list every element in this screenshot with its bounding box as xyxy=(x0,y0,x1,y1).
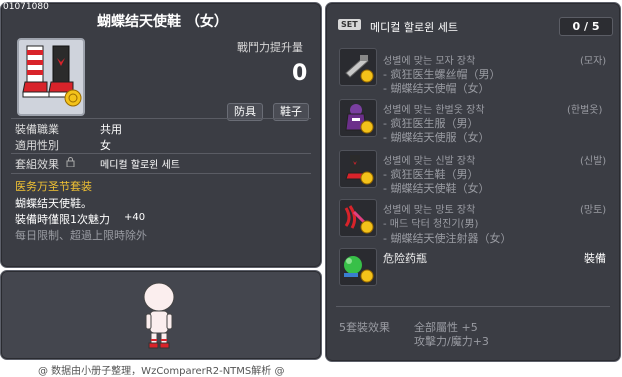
slot-requirement: 성별에 맞는 한벌옷 장착 xyxy=(383,105,485,116)
job-label: 裝備職業 xyxy=(15,123,59,136)
potion-icon xyxy=(339,248,377,286)
slot-option-female: - 蝴蝶结天使服（女） xyxy=(383,131,490,144)
divider xyxy=(336,306,610,307)
item-id: 01071080 xyxy=(3,2,49,12)
footer-credit: @ 数据由小册子整理，WzComparerR2-NTMS解析 @ xyxy=(38,366,285,377)
limit-note: 每日限制、超過上限時除外 xyxy=(15,229,147,242)
slot-requirement: 危险药瓶 xyxy=(383,252,427,265)
set-effect-label: 套組效果 xyxy=(15,158,59,171)
slot-type: (한벌옷) xyxy=(567,105,603,116)
slot-requirement: 성별에 맞는 신발 장착 xyxy=(383,156,476,167)
set-badge: SET xyxy=(338,19,361,30)
slot-type: 裝備 xyxy=(584,252,606,265)
slot-type: (망토) xyxy=(580,205,607,216)
item-icon xyxy=(17,38,85,116)
slot-option-female: - 蝴蝶结天使鞋（女） xyxy=(383,182,490,195)
slot-option-male: - 매드 닥터 청진기(男) xyxy=(383,219,479,230)
item-tooltip-panel: 01071080 蝴蝶结天使鞋 （女） 戰鬥力提升量 0 防具 鞋子 裝備職業 … xyxy=(0,2,322,268)
item-description: 蝴蝶结天使鞋。 xyxy=(15,197,92,210)
set-bonus-2: 攻擊力/魔力+3 xyxy=(414,335,489,348)
set-effect-value: 메디컬 할로윈 세트 xyxy=(100,160,180,171)
slot-type: (모자) xyxy=(580,56,607,67)
power-label: 戰鬥力提升量 xyxy=(237,41,303,54)
gender-label: 適用性別 xyxy=(15,139,59,152)
divider xyxy=(11,153,311,154)
set-bonus-label: 5套裝效果 xyxy=(339,321,390,334)
lock-icon xyxy=(66,157,75,168)
avatar-preview-panel xyxy=(0,270,322,360)
shoes-icon xyxy=(339,150,377,188)
item-title: 蝴蝶结天使鞋 （女） xyxy=(97,14,228,30)
overall-icon xyxy=(339,99,377,137)
set-name: 메디컬 할로윈 세트 xyxy=(370,21,458,34)
avatar xyxy=(139,281,179,353)
cape-icon xyxy=(339,199,377,237)
job-value: 共用 xyxy=(100,123,122,136)
effect-value: +40 xyxy=(124,212,146,223)
item-source: 医务万圣节套装 xyxy=(15,180,92,193)
gender-value: 女 xyxy=(100,139,111,152)
hat-icon xyxy=(339,48,377,86)
slot-type: (신발) xyxy=(580,156,607,167)
set-info-panel: SET 메디컬 할로윈 세트 0 / 5 성별에 맞는 모자 장착 (모자) -… xyxy=(325,2,621,362)
set-count: 0 / 5 xyxy=(559,17,613,36)
effect-label: 裝備時僅限1次魅力 xyxy=(15,213,110,226)
slot-option-female: - 蝴蝶结天使帽（女） xyxy=(383,82,490,95)
power-value: 0 xyxy=(292,61,308,86)
slot-option-female: - 蝴蝶结天使注射器（女） xyxy=(383,232,512,245)
divider xyxy=(11,118,311,119)
shoes-icon xyxy=(22,45,82,107)
slot-requirement: 성별에 맞는 모자 장착 xyxy=(383,56,476,67)
slot-requirement: 성별에 맞는 망토 장착 xyxy=(383,205,476,216)
divider xyxy=(11,173,311,174)
